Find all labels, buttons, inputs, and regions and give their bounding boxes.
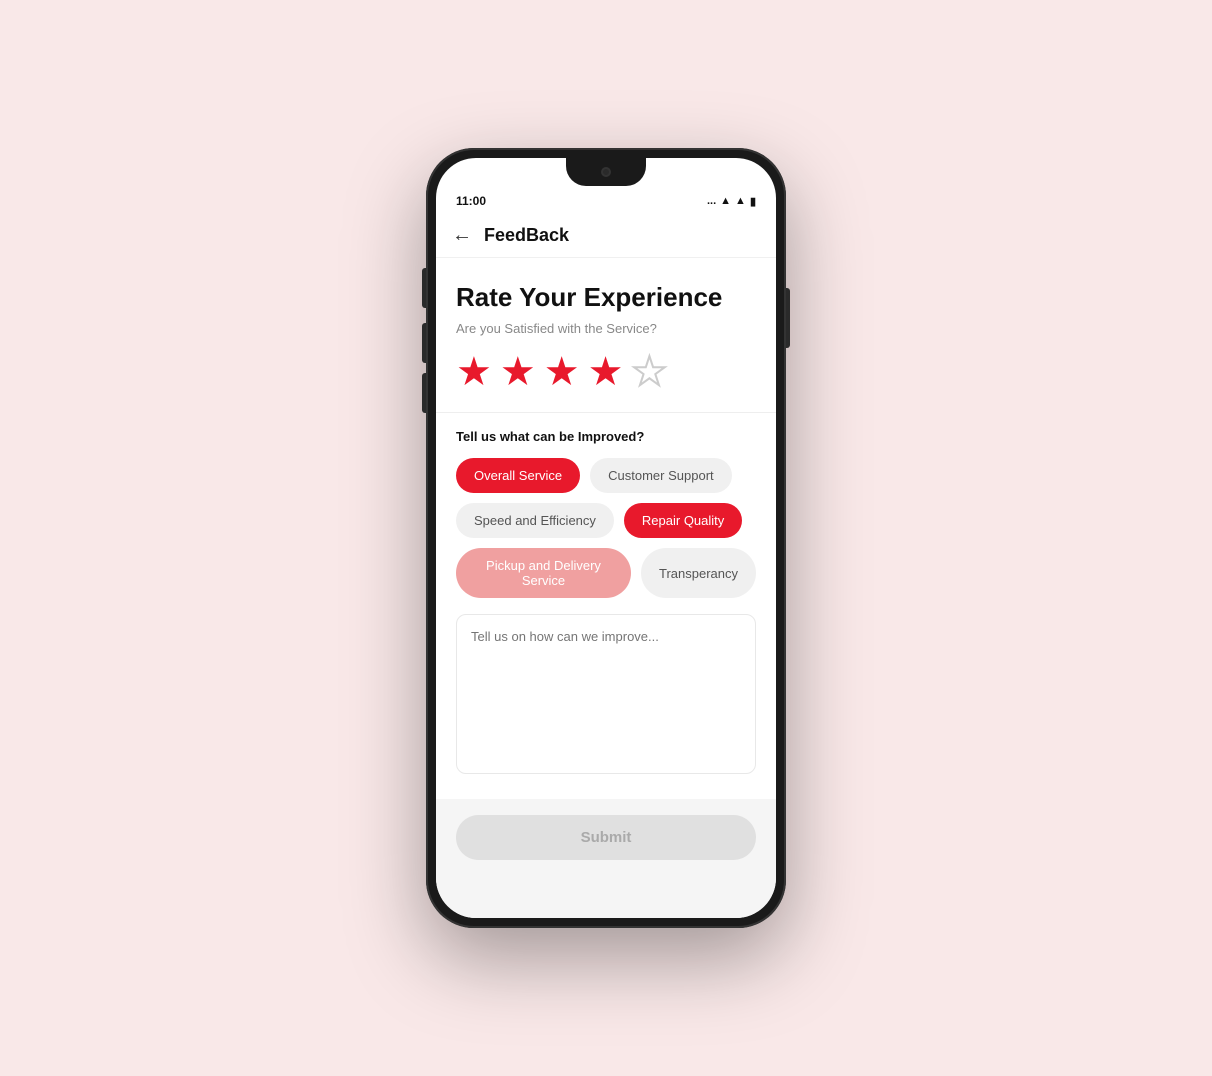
page-header: ← FeedBack [436, 216, 776, 258]
back-button[interactable]: ← [452, 224, 472, 247]
tag-pickup-delivery[interactable]: Pickup and Delivery Service [456, 548, 631, 598]
front-camera [601, 167, 611, 177]
wifi-icon: ▲ [720, 195, 731, 207]
tag-overall-service[interactable]: Overall Service [456, 458, 580, 493]
star-2[interactable]: ★ [500, 352, 536, 392]
rate-subtitle: Are you Satisfied with the Service? [456, 321, 756, 336]
section-divider [436, 412, 776, 413]
rate-section: Rate Your Experience Are you Satisfied w… [456, 282, 756, 392]
tag-repair-quality[interactable]: Repair Quality [624, 503, 742, 538]
status-icons: ... ▲ ▲ ▮ [707, 195, 756, 208]
phone-screen: 11:00 ... ▲ ▲ ▮ ← FeedBack Rate Your Exp… [436, 158, 776, 918]
tags-row-1: Overall Service Customer Support [456, 458, 756, 493]
content-inner: Rate Your Experience Are you Satisfied w… [436, 258, 776, 799]
tags-row-2: Speed and Efficiency Repair Quality [456, 503, 756, 538]
improve-label: Tell us what can be Improved? [456, 429, 756, 444]
status-time: 11:00 [456, 194, 486, 208]
tag-transparency[interactable]: Transperancy [641, 548, 756, 598]
tag-speed-efficiency[interactable]: Speed and Efficiency [456, 503, 614, 538]
star-5[interactable]: ★ [631, 352, 667, 392]
page-title: FeedBack [484, 225, 569, 246]
star-4[interactable]: ★ [588, 352, 624, 392]
rate-title: Rate Your Experience [456, 282, 756, 313]
improve-section: Tell us what can be Improved? Overall Se… [456, 429, 756, 779]
battery-icon: ▮ [750, 195, 756, 208]
stars-row: ★ ★ ★ ★ ★ [456, 352, 756, 392]
tags-row-3: Pickup and Delivery Service Transperancy [456, 548, 756, 598]
feedback-textarea[interactable] [456, 614, 756, 774]
signal-icon: ▲ [735, 195, 746, 207]
star-3[interactable]: ★ [544, 352, 580, 392]
star-1[interactable]: ★ [456, 352, 492, 392]
dots-icon: ... [707, 195, 716, 207]
phone-frame: 11:00 ... ▲ ▲ ▮ ← FeedBack Rate Your Exp… [426, 148, 786, 928]
submit-button[interactable]: Submit [456, 815, 756, 860]
tags-grid: Overall Service Customer Support Speed a… [456, 458, 756, 598]
scroll-content[interactable]: Rate Your Experience Are you Satisfied w… [436, 258, 776, 918]
phone-notch [566, 158, 646, 186]
tag-customer-support[interactable]: Customer Support [590, 458, 732, 493]
bottom-area: Submit [436, 799, 776, 876]
